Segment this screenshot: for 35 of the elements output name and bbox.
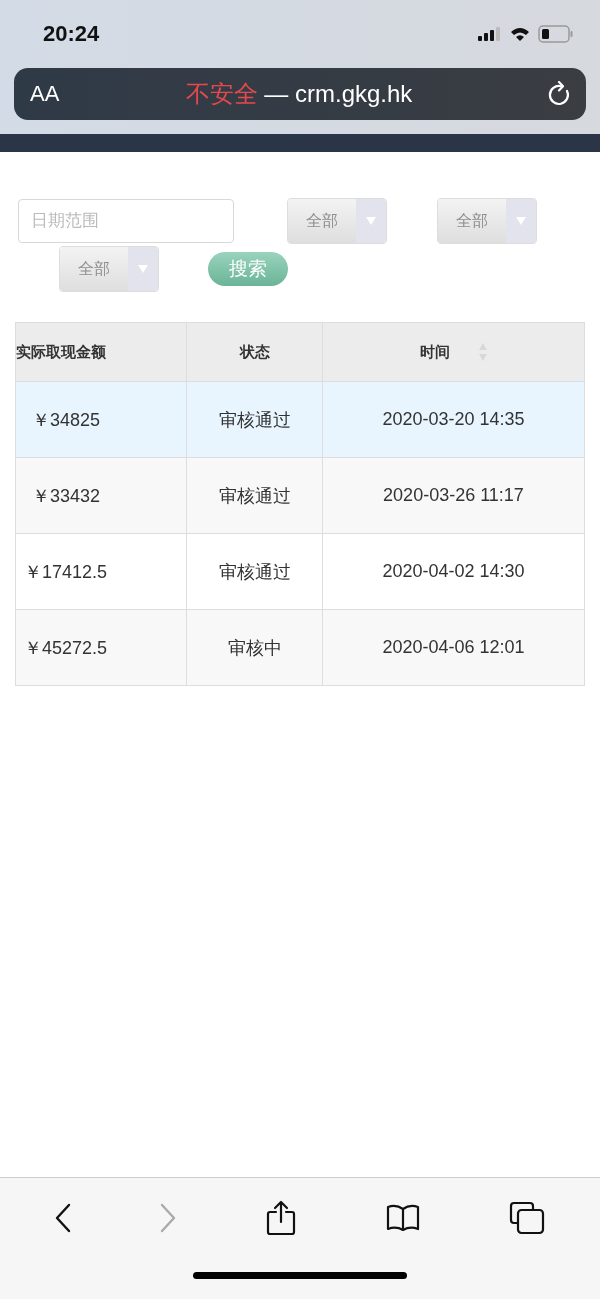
url-text: 不安全 — crm.gkg.hk [184, 79, 414, 109]
back-icon[interactable] [54, 1203, 71, 1233]
table-cell: ￥34825 [32, 409, 101, 430]
column-label: 实际取现金额 [16, 342, 106, 360]
dropdown-icon [138, 265, 148, 273]
table-row[interactable]: ￥17412.5 审核通过 2020-04-02 14:30 [15, 533, 585, 610]
dropdown-icon [366, 217, 376, 225]
table-cell: ￥45272.5 [24, 637, 108, 658]
battery-icon [538, 25, 574, 43]
table-cell: 审核通过 [218, 485, 291, 506]
share-icon[interactable] [266, 1200, 296, 1236]
table-cell: 审核通过 [218, 561, 291, 582]
date-range-field[interactable]: 日期范围 [18, 199, 234, 243]
table-cell: 2020-04-02 14:30 [382, 561, 525, 581]
dropdown-icon [516, 217, 526, 225]
address-bar[interactable]: AA 不安全 — crm.gkg.hk [14, 68, 586, 120]
text-size-button[interactable]: AA [30, 81, 90, 107]
table-cell: 审核通过 [218, 409, 291, 430]
status-time: 20:24 [43, 21, 100, 47]
table-cell: 审核中 [227, 637, 282, 658]
table-cell: ￥17412.5 [24, 561, 108, 582]
signal-icon [478, 27, 502, 41]
reload-icon[interactable] [548, 81, 572, 107]
tabs-icon[interactable] [509, 1201, 546, 1235]
table-cell: 2020-03-20 14:35 [382, 409, 525, 429]
table-cell: 2020-04-06 12:01 [382, 637, 525, 657]
table-row[interactable]: ￥33432 审核通过 2020-03-26 11:17 [15, 457, 585, 534]
column-label: 状态 [239, 342, 270, 360]
table-cell: ￥33432 [32, 485, 101, 506]
table-row[interactable]: ￥34825 审核通过 2020-03-20 14:35 [15, 381, 585, 458]
wifi-icon [510, 27, 530, 41]
book-icon[interactable] [385, 1204, 420, 1232]
table-row[interactable]: ￥45272.5 审核中 2020-04-06 12:01 [15, 609, 585, 686]
table-cell: 2020-03-26 11:17 [383, 485, 524, 505]
column-label: 时间 [419, 342, 450, 360]
